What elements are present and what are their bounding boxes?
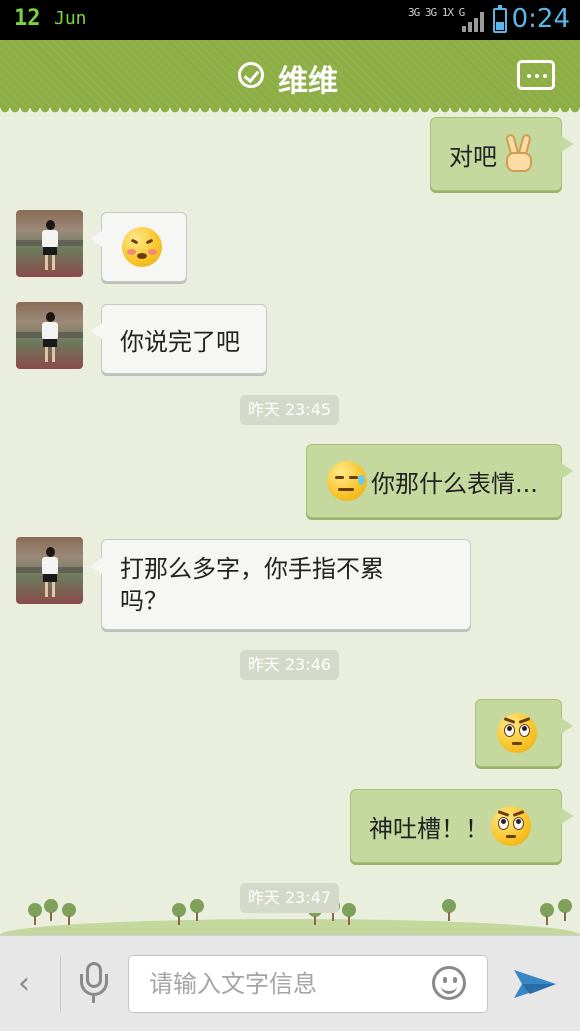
hehe-face-icon <box>122 227 162 267</box>
message-text: 你说完了吧 <box>120 327 240 356</box>
divider <box>60 956 61 1012</box>
timestamp: 昨天 23:45 <box>240 395 339 425</box>
sweat-face-icon <box>327 461 367 501</box>
eye-roll-face-icon <box>497 713 537 753</box>
message-text: 你那什么表情... <box>371 469 538 498</box>
status-date-day: 12 <box>14 6 41 31</box>
more-icon[interactable] <box>517 60 555 90</box>
avatar[interactable] <box>16 302 83 369</box>
avatar[interactable] <box>16 210 83 277</box>
input-bar: ‹ 请输入文字信息 <box>0 935 580 1031</box>
status-date-month: Jun <box>54 8 87 29</box>
microphone-icon[interactable] <box>76 962 112 1006</box>
chevron-left-icon[interactable]: ‹ <box>18 966 42 1002</box>
chat-title: 维维 <box>278 64 338 99</box>
eye-roll-face-icon <box>491 806 531 846</box>
send-arrow-icon[interactable] <box>512 964 558 1004</box>
message-text-line-1: 打那么多字，你手指不累 <box>120 554 384 583</box>
battery-icon <box>493 5 507 33</box>
chat-header: 维维 <box>0 40 580 114</box>
victory-hand-icon <box>501 133 537 174</box>
smiley-icon[interactable] <box>432 966 466 1000</box>
timestamp: 昨天 23:46 <box>240 650 339 680</box>
message-bubble-sent[interactable]: 你那什么表情... <box>306 444 573 518</box>
timestamp: 昨天 23:47 <box>240 883 339 913</box>
check-circle-icon <box>238 62 264 88</box>
message-text: 神吐槽！！ <box>369 814 489 843</box>
message-bubble-sent[interactable]: 神吐槽！！ <box>350 789 573 863</box>
message-bubble-sent[interactable]: 对吧 <box>430 117 573 191</box>
network-type-indicator: 3G 3G 1X G <box>408 6 465 19</box>
status-bar: 12 Jun 3G 3G 1X G 0:24 <box>0 0 580 40</box>
signal-icon <box>462 12 484 32</box>
message-bubble-received[interactable]: 你说完了吧 <box>90 304 267 374</box>
message-text: 对吧 <box>449 142 497 171</box>
avatar[interactable] <box>16 537 83 604</box>
message-bubble-sent[interactable] <box>475 699 573 767</box>
message-bubble-received[interactable] <box>90 212 187 282</box>
message-bubble-received[interactable]: 打那么多字，你手指不累 吗？ <box>90 539 471 630</box>
message-input-placeholder: 请输入文字信息 <box>149 970 317 998</box>
status-time: 0:24 <box>511 4 570 34</box>
message-text-line-2: 吗？ <box>120 586 168 615</box>
